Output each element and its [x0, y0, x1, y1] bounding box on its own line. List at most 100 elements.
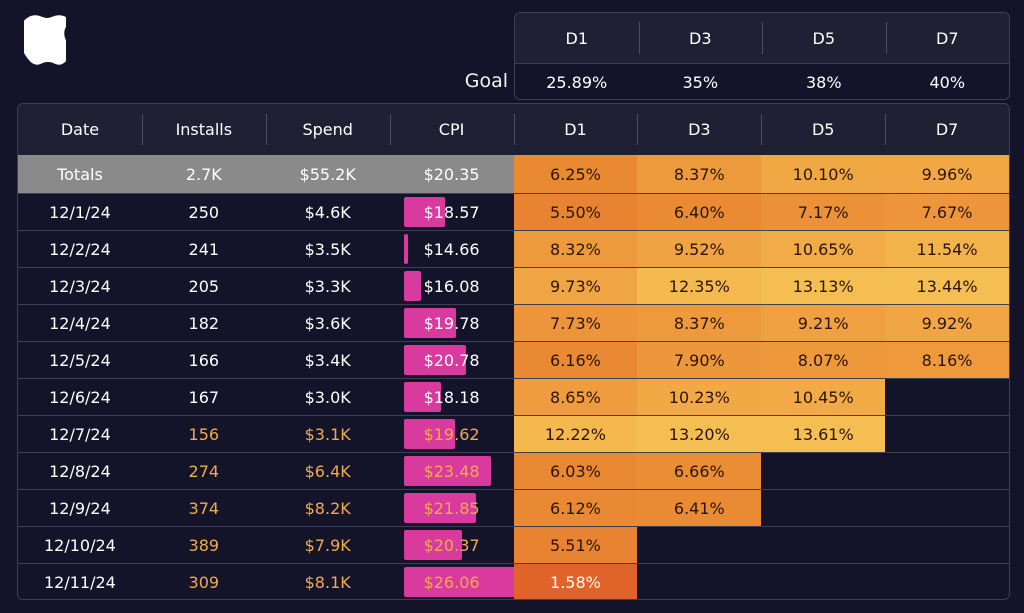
totals-spend: $55.2K — [299, 164, 356, 184]
cell-d3 — [637, 564, 761, 599]
table-header-row: Date Installs Spend CPI D1 D3 D5 D7 — [18, 104, 1009, 155]
table-row[interactable]: 12/11/24 309 $8.1K $26.06 1.58% — [18, 563, 1009, 599]
cell-d1: 5.50% — [513, 194, 638, 230]
cell-d7: 7.67% — [885, 194, 1009, 230]
cell-d3: 10.23% — [637, 379, 762, 415]
cell-d3: 9.52% — [637, 231, 762, 267]
column-header-spend[interactable]: Spend — [265, 104, 390, 155]
cell-cpi: $14.66 — [390, 231, 514, 267]
goal-value-d5: 38% — [805, 73, 842, 92]
cell-installs: 250 — [188, 202, 220, 222]
cell-cpi: $23.48 — [390, 453, 514, 489]
cpi-value: $16.08 — [423, 276, 480, 296]
totals-d1: 6.25% — [513, 155, 638, 193]
column-header-d1[interactable]: D1 — [513, 104, 638, 155]
cpi-value: $18.18 — [423, 387, 480, 407]
cell-spend: $3.0K — [304, 387, 351, 407]
totals-row: Totals 2.7K $55.2K $20.35 6.25% 8.37% 10… — [18, 155, 1009, 193]
cell-d5 — [761, 490, 885, 526]
table-row[interactable]: 12/4/24 182 $3.6K $19.78 7.73% 8.37% 9.21% 9.92… — [18, 304, 1009, 341]
cell-d1: 7.73% — [513, 305, 638, 341]
goal-header-d5: D5 — [762, 13, 886, 63]
cell-spend: $8.1K — [304, 572, 351, 592]
goal-value-d3: 35% — [682, 73, 719, 92]
cell-d1: 6.12% — [513, 490, 638, 526]
cell-date: 12/10/24 — [44, 535, 116, 555]
cell-d5 — [761, 527, 885, 563]
cell-installs: 374 — [188, 498, 220, 518]
cell-d1: 8.65% — [513, 379, 638, 415]
apple-icon — [24, 15, 66, 65]
totals-installs: 2.7K — [185, 164, 222, 184]
cpi-bar — [403, 234, 408, 264]
cell-d7 — [885, 379, 1009, 415]
cell-installs: 182 — [188, 313, 220, 333]
cell-installs: 167 — [188, 387, 220, 407]
column-header-date[interactable]: Date — [18, 104, 142, 155]
cell-installs: 309 — [188, 572, 220, 592]
cell-date: 12/9/24 — [49, 498, 111, 518]
cell-spend: $3.1K — [304, 424, 351, 444]
column-header-d7[interactable]: D7 — [885, 104, 1009, 155]
cell-d7 — [885, 527, 1009, 563]
cell-d1: 9.73% — [513, 268, 638, 304]
cell-d7 — [885, 416, 1009, 452]
table-row[interactable]: 12/9/24 374 $8.2K $21.85 6.12% 6.41% — [18, 489, 1009, 526]
cell-d7 — [885, 564, 1009, 599]
cell-d5: 13.13% — [761, 268, 886, 304]
table-row[interactable]: 12/6/24 167 $3.0K $18.18 8.65% 10.23% 10.45% — [18, 378, 1009, 415]
table-body: 12/1/24 250 $4.6K $18.57 5.50% 6.40% 7.17% 7.67… — [18, 193, 1009, 599]
cell-d1: 6.03% — [513, 453, 638, 489]
column-header-cpi[interactable]: CPI — [389, 104, 514, 155]
goal-label: Goal — [464, 70, 508, 92]
table-row[interactable]: 12/3/24 205 $3.3K $16.08 9.73% 12.35% 13.13% 13… — [18, 267, 1009, 304]
cell-date: 12/7/24 — [49, 424, 111, 444]
goal-table: D1 D3 D5 D7 25.89% 35% 38% 40% — [514, 12, 1010, 100]
cell-spend: $8.2K — [304, 498, 351, 518]
cell-d3: 6.40% — [637, 194, 762, 230]
cell-date: 12/3/24 — [49, 276, 111, 296]
goal-header-d7: D7 — [885, 13, 1010, 63]
cell-d1: 6.16% — [513, 342, 638, 378]
table-row[interactable]: 12/1/24 250 $4.6K $18.57 5.50% 6.40% 7.17% 7.67… — [18, 193, 1009, 230]
cell-d1: 8.32% — [513, 231, 638, 267]
cell-d1: 5.51% — [513, 527, 638, 563]
cell-d3: 8.37% — [637, 305, 762, 341]
cell-spend: $4.6K — [304, 202, 351, 222]
cell-cpi: $16.08 — [390, 268, 514, 304]
goal-header-d3: D3 — [638, 13, 763, 63]
cpi-value: $20.78 — [423, 350, 480, 370]
cell-d3 — [637, 527, 761, 563]
cell-date: 12/4/24 — [49, 313, 111, 333]
column-header-installs[interactable]: Installs — [141, 104, 266, 155]
column-header-d3[interactable]: D3 — [637, 104, 761, 155]
cell-d1: 1.58% — [513, 564, 638, 599]
totals-cpi: $20.35 — [423, 164, 480, 184]
cell-cpi: $19.62 — [390, 416, 514, 452]
cell-d5 — [761, 453, 885, 489]
table-row[interactable]: 12/10/24 389 $7.9K $20.37 5.51% — [18, 526, 1009, 563]
cell-cpi: $26.06 — [390, 564, 516, 599]
cell-spend: $3.5K — [304, 239, 351, 259]
cell-d7: 13.44% — [885, 268, 1009, 304]
totals-date: Totals — [57, 164, 103, 184]
cell-installs: 389 — [188, 535, 220, 555]
table-row[interactable]: 12/8/24 274 $6.4K $23.48 6.03% 6.66% — [18, 452, 1009, 489]
table-row[interactable]: 12/5/24 166 $3.4K $20.78 6.16% 7.90% 8.07% 8.16… — [18, 341, 1009, 378]
table-row[interactable]: 12/2/24 241 $3.5K $14.66 8.32% 9.52% 10.65% 11.… — [18, 230, 1009, 267]
table-row[interactable]: 12/7/24 156 $3.1K $19.62 12.22% 13.20% 13.61% — [18, 415, 1009, 452]
cpi-value: $23.48 — [423, 461, 480, 481]
cell-d5: 8.07% — [761, 342, 886, 378]
cell-date: 12/6/24 — [49, 387, 111, 407]
cpi-value: $21.85 — [423, 498, 480, 518]
cell-d5 — [761, 564, 885, 599]
cell-date: 12/5/24 — [49, 350, 111, 370]
cell-d5: 10.45% — [761, 379, 886, 415]
cpi-value: $19.62 — [423, 424, 480, 444]
cell-spend: $7.9K — [304, 535, 351, 555]
cell-d3: 12.35% — [637, 268, 762, 304]
totals-d7: 9.96% — [885, 155, 1009, 193]
column-header-d5[interactable]: D5 — [761, 104, 885, 155]
cell-d3: 6.41% — [637, 490, 762, 526]
cell-cpi: $18.57 — [390, 194, 514, 230]
